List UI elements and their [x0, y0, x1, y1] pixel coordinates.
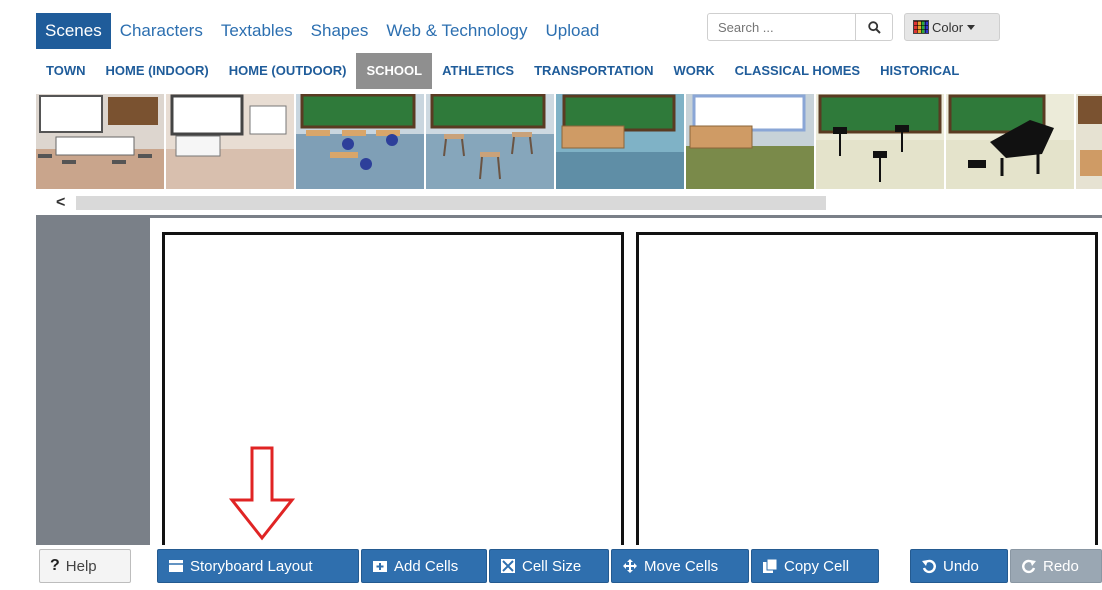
scroll-left-icon[interactable]: <	[56, 193, 72, 213]
add-cells-button[interactable]: Add Cells	[361, 549, 487, 583]
search-button[interactable]	[855, 14, 892, 40]
move-cells-label: Move Cells	[644, 557, 719, 575]
layout-icon	[169, 560, 183, 572]
art-room-scene-image	[36, 94, 164, 189]
storyboard-layout-label: Storyboard Layout	[190, 557, 313, 575]
resize-icon	[501, 559, 515, 573]
undo-button[interactable]: Undo	[910, 549, 1008, 583]
tab-scenes[interactable]: Scenes	[36, 13, 111, 49]
classroom-chalkboard-desks-scene-image	[296, 94, 424, 189]
copy-cell-label: Copy Cell	[784, 557, 850, 575]
category-school[interactable]: SCHOOL	[356, 53, 433, 89]
color-dropdown-button[interactable]: Color	[904, 13, 1000, 41]
classroom-chalkboard-chairs-scene-image	[426, 94, 554, 189]
scene-thumbnail[interactable]	[556, 94, 684, 189]
scene-thumbnail[interactable]	[946, 94, 1074, 189]
category-transportation[interactable]: TRANSPORTATION	[524, 53, 663, 89]
tab-web-technology[interactable]: Web & Technology	[377, 13, 536, 49]
category-athletics[interactable]: ATHLETICS	[432, 53, 524, 89]
classroom-chalkboard-desk-scene-image	[556, 94, 684, 189]
help-button[interactable]: ? Help	[39, 549, 131, 583]
storyboard-layout-button[interactable]: Storyboard Layout	[157, 549, 359, 583]
caret-down-icon	[967, 25, 976, 30]
color-button-label: Color	[932, 19, 964, 35]
scene-thumbnail-strip	[36, 94, 1102, 189]
music-room-piano-scene-image	[946, 94, 1074, 189]
redo-label: Redo	[1043, 557, 1079, 575]
help-label: Help	[65, 557, 97, 575]
tab-textables[interactable]: Textables	[212, 13, 302, 49]
scene-categories: TOWN HOME (INDOOR) HOME (OUTDOOR) SCHOOL…	[36, 53, 969, 89]
undo-icon	[922, 559, 936, 574]
add-cells-icon	[373, 561, 387, 572]
library-tabs: Scenes Characters Textables Shapes Web &…	[36, 12, 608, 50]
music-room-stands-scene-image	[816, 94, 944, 189]
move-arrows-icon	[623, 559, 637, 573]
partial-scene-image	[1076, 94, 1102, 189]
scene-thumbnail[interactable]	[36, 94, 164, 189]
search-box	[707, 13, 893, 41]
search-input[interactable]	[708, 14, 868, 40]
tab-shapes[interactable]: Shapes	[302, 13, 378, 49]
red-down-arrow-icon	[228, 446, 296, 541]
scene-thumbnail[interactable]	[686, 94, 814, 189]
thumbnail-scrollbar[interactable]: <	[36, 193, 1102, 213]
cell-size-label: Cell Size	[522, 557, 582, 575]
left-gutter	[0, 0, 36, 590]
redo-icon	[1022, 559, 1036, 574]
cell-size-button[interactable]: Cell Size	[489, 549, 609, 583]
category-town[interactable]: TOWN	[36, 53, 95, 89]
color-grid-icon	[913, 20, 929, 34]
copy-cell-button[interactable]: Copy Cell	[751, 549, 879, 583]
storyboard-cell-2[interactable]	[636, 232, 1098, 552]
classroom-whiteboard-scene-image	[166, 94, 294, 189]
move-cells-button[interactable]: Move Cells	[611, 549, 749, 583]
tab-upload[interactable]: Upload	[536, 13, 608, 49]
category-classical-homes[interactable]: CLASSICAL HOMES	[725, 53, 870, 89]
classroom-whiteboard-desk-scene-image	[686, 94, 814, 189]
category-home-outdoor[interactable]: HOME (OUTDOOR)	[219, 53, 357, 89]
redo-button[interactable]: Redo	[1010, 549, 1102, 583]
undo-label: Undo	[943, 557, 979, 575]
search-icon	[867, 20, 881, 34]
tab-characters[interactable]: Characters	[111, 13, 212, 49]
scene-thumbnail[interactable]	[296, 94, 424, 189]
category-home-indoor[interactable]: HOME (INDOOR)	[95, 53, 218, 89]
copy-icon	[763, 558, 778, 573]
scene-thumbnail[interactable]	[816, 94, 944, 189]
question-mark-icon: ?	[50, 557, 60, 574]
scene-thumbnail[interactable]	[1076, 94, 1102, 189]
scene-thumbnail[interactable]	[166, 94, 294, 189]
scene-thumbnail[interactable]	[426, 94, 554, 189]
add-cells-label: Add Cells	[394, 557, 459, 575]
category-work[interactable]: WORK	[664, 53, 725, 89]
category-historical[interactable]: HISTORICAL	[870, 53, 969, 89]
scrollbar-thumb[interactable]	[76, 196, 826, 210]
